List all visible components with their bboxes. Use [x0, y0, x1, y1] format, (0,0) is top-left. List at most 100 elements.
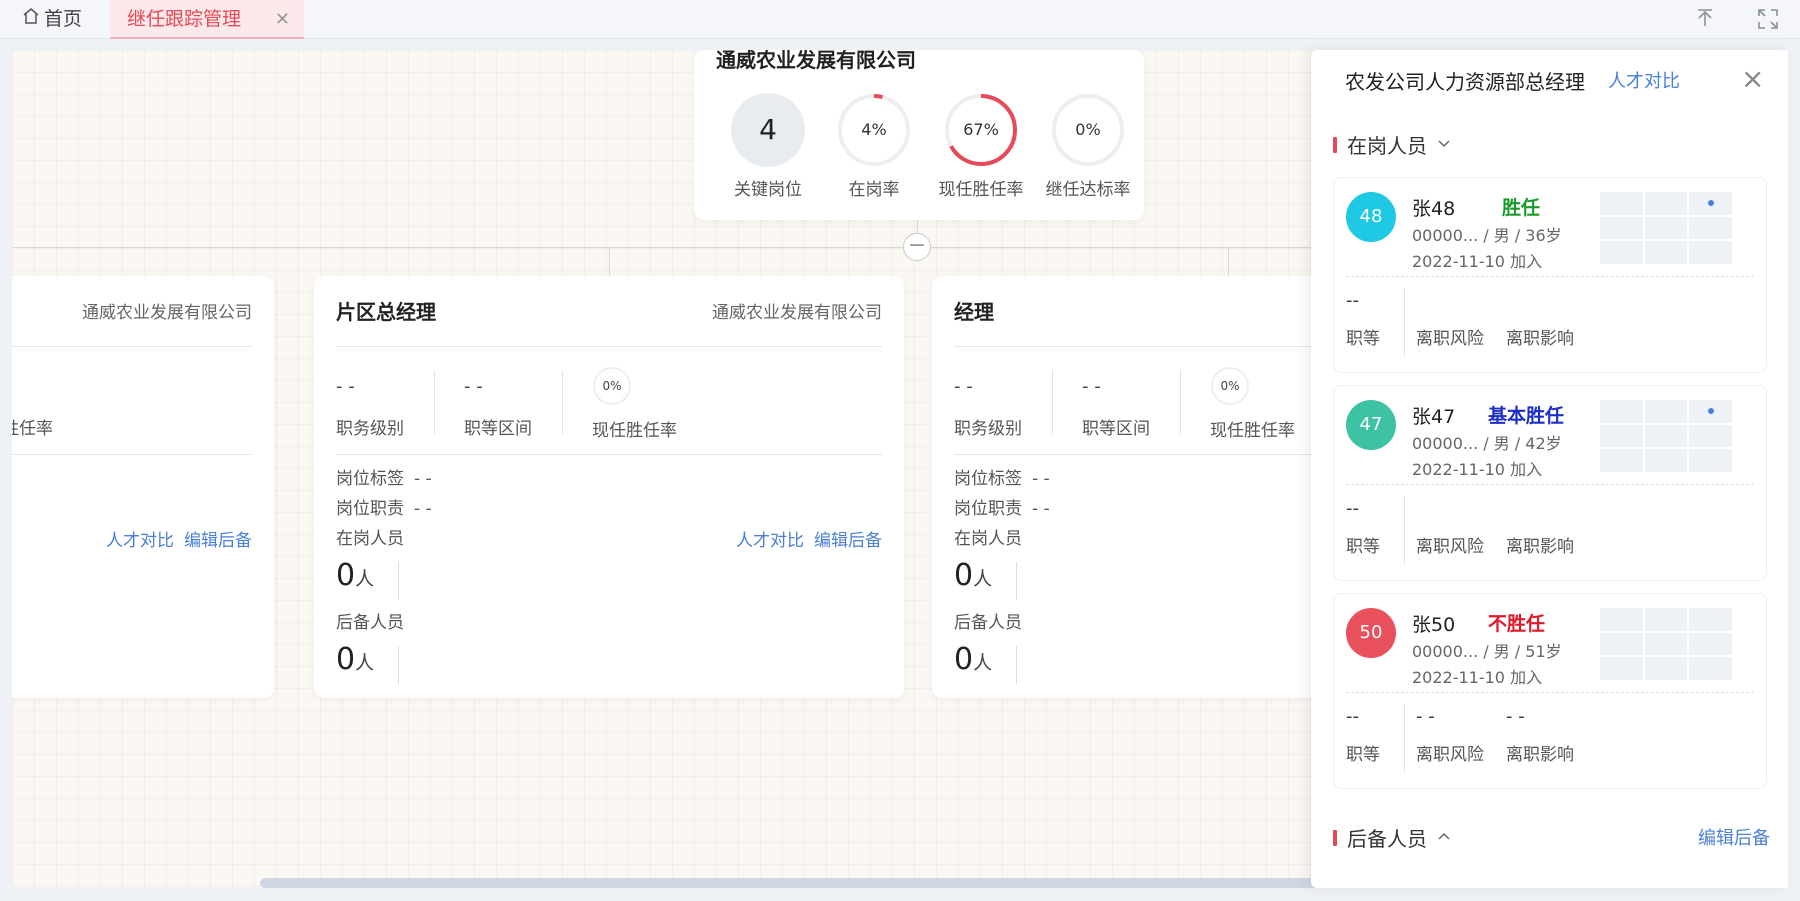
edit-backup-link[interactable]: 编辑后备 — [184, 531, 252, 551]
horizontal-scrollbar[interactable] — [260, 878, 1320, 888]
tab-close-icon[interactable]: ✕ — [275, 0, 290, 39]
talent-grid-cell — [1689, 192, 1732, 215]
position-stat: 胜任率 — [12, 376, 122, 439]
succession-rate-ring: 0% — [1051, 93, 1125, 167]
backup-section-title: 后备人员 — [1347, 827, 1427, 851]
grade-stat: -- 职等 — [1346, 706, 1380, 765]
section-marker — [1333, 136, 1337, 153]
person-info: 00000... / 男 / 42岁 — [1412, 434, 1562, 453]
talent-grid-cell — [1600, 657, 1643, 680]
talent-grid-cell — [1644, 424, 1688, 448]
grade-stat: -- 职等 — [1346, 290, 1380, 349]
incumbent-section-header[interactable]: 在岗人员 — [1333, 130, 1451, 159]
divider — [1346, 692, 1754, 693]
talent-grid-cell — [1644, 192, 1688, 215]
connector — [931, 247, 1331, 248]
tab-succession-tracking[interactable]: 继任跟踪管理 ✕ — [110, 0, 304, 39]
incumbent-section-title: 在岗人员 — [1347, 134, 1427, 158]
backup-section-header[interactable]: 后备人员 — [1333, 823, 1451, 852]
fullscreen-icon[interactable] — [1755, 6, 1781, 32]
person-name[interactable]: 张50 — [1412, 610, 1455, 637]
talent-grid-cell — [1600, 608, 1643, 631]
grade-stat: - - 职务级别 — [336, 376, 456, 439]
position-company: 通威农业发展有限公司 — [82, 303, 252, 323]
on-duty-rate-label: 在岗率 — [848, 180, 900, 200]
grade-value: -- — [1346, 498, 1359, 519]
duty-value: - - — [1032, 499, 1050, 519]
range-value: - - — [464, 376, 483, 397]
collapse-node-button[interactable]: − — [903, 233, 931, 261]
talent-grid-cell — [1689, 449, 1732, 472]
edit-backup-link[interactable]: 编辑后备 — [1698, 824, 1770, 850]
divider — [12, 454, 252, 455]
close-icon[interactable]: × — [1741, 62, 1764, 95]
position-links: 人才对比 编辑后备 — [726, 526, 882, 551]
incumbent-label: 在岗人员 — [336, 529, 404, 549]
chevron-down-icon[interactable] — [1437, 135, 1451, 154]
key-positions-metric: 4 关键岗位 — [718, 93, 818, 200]
turnover-impact-stat: 离职影响 — [1506, 290, 1574, 349]
person-info: 00000... / 男 / 36岁 — [1412, 226, 1562, 245]
person-card[interactable]: 50 张50 不胜任 00000... / 男 / 51岁 2022-11-10 加入 -… — [1333, 593, 1767, 789]
position-tag-row: 岗位标签 - - — [336, 464, 432, 489]
talent-grid-cell — [1689, 216, 1732, 240]
on-duty-rate-ring: 4% — [837, 93, 911, 167]
competency-rate-label: 现任胜任率 — [938, 180, 1024, 200]
grade-label: 职务级别 — [954, 419, 1022, 439]
grade-value: -- — [1346, 706, 1359, 727]
divider — [12, 346, 252, 347]
avatar: 48 — [1346, 192, 1396, 242]
grade-label: 职务级别 — [336, 419, 404, 439]
nine-box-grid[interactable] — [1600, 192, 1732, 264]
count-separator — [1016, 646, 1017, 684]
incumbent-count: 0人 — [954, 558, 992, 593]
person-card[interactable]: 47 张47 基本胜任 00000... / 男 / 42岁 2022-11-10 加入… — [1333, 385, 1767, 581]
incumbent-label: 在岗人员 — [954, 529, 1022, 549]
talent-grid-cell — [1644, 449, 1688, 472]
position-card[interactable]: 通威农业发展有限公司 胜任率 人才对比编辑后备 — [12, 276, 274, 698]
talent-compare-link[interactable]: 人才对比 — [736, 531, 804, 551]
range-stat: - - 职等区间 — [464, 376, 584, 439]
talent-grid-cell — [1600, 632, 1643, 656]
count-unit: 人 — [973, 652, 993, 674]
person-name[interactable]: 张48 — [1412, 194, 1455, 221]
home-icon — [22, 0, 40, 39]
turnover-risk-value — [1416, 290, 1484, 314]
tab-bar: 首页 继任跟踪管理 ✕ — [0, 0, 1800, 39]
on-duty-rate-value: 4% — [861, 120, 887, 139]
count-separator — [398, 646, 399, 684]
connector — [1228, 247, 1229, 276]
section-marker — [1333, 829, 1337, 846]
talent-grid-cell — [1600, 424, 1643, 448]
edit-backup-link[interactable]: 编辑后备 — [814, 531, 882, 551]
rate-stat: 0% 现任胜任率 — [592, 366, 712, 441]
person-info: 00000... / 男 / 51岁 — [1412, 642, 1562, 661]
chevron-up-icon[interactable] — [1437, 828, 1451, 847]
count-separator — [1016, 562, 1017, 600]
connector — [917, 220, 918, 234]
nine-box-grid[interactable] — [1600, 608, 1732, 680]
backup-count-value: 0 — [954, 642, 974, 677]
tab-home[interactable]: 首页 — [22, 0, 82, 39]
stat-separator — [1404, 496, 1405, 564]
count-unit: 人 — [355, 568, 375, 590]
person-name[interactable]: 张47 — [1412, 402, 1455, 429]
grade-value: - - — [336, 376, 355, 397]
rate-label: 现任胜任率 — [592, 421, 677, 441]
divider — [336, 346, 882, 347]
talent-grid-cell — [1689, 657, 1732, 680]
position-company: 通威农业发展有限公司 — [712, 303, 882, 323]
competency-rate-metric: 67% 现任胜任率 — [931, 93, 1031, 200]
join-date: 2022-11-10 加入 — [1412, 460, 1543, 479]
succession-rate-metric: 0% 继任达标率 — [1038, 93, 1138, 200]
nine-box-grid[interactable] — [1600, 400, 1732, 472]
turnover-risk-value — [1416, 498, 1484, 522]
upload-icon[interactable] — [1692, 6, 1718, 32]
talent-compare-link[interactable]: 人才对比 — [1608, 67, 1680, 93]
position-card[interactable]: 片区总经理 通威农业发展有限公司 - - 职务级别 - - 职等区间 0% 现任… — [314, 276, 904, 698]
root-company-card[interactable]: 通威农业发展有限公司 4 关键岗位 4% 在岗率 67% 现任胜任率 0% 继任… — [694, 50, 1144, 220]
person-card[interactable]: 48 张48 胜任 00000... / 男 / 36岁 2022-11-10 加入 --… — [1333, 177, 1767, 373]
evaluation-badge: 基本胜任 — [1488, 405, 1565, 427]
turnover-risk-stat: - - 离职风险 — [1416, 706, 1484, 765]
talent-compare-link[interactable]: 人才对比 — [106, 531, 174, 551]
